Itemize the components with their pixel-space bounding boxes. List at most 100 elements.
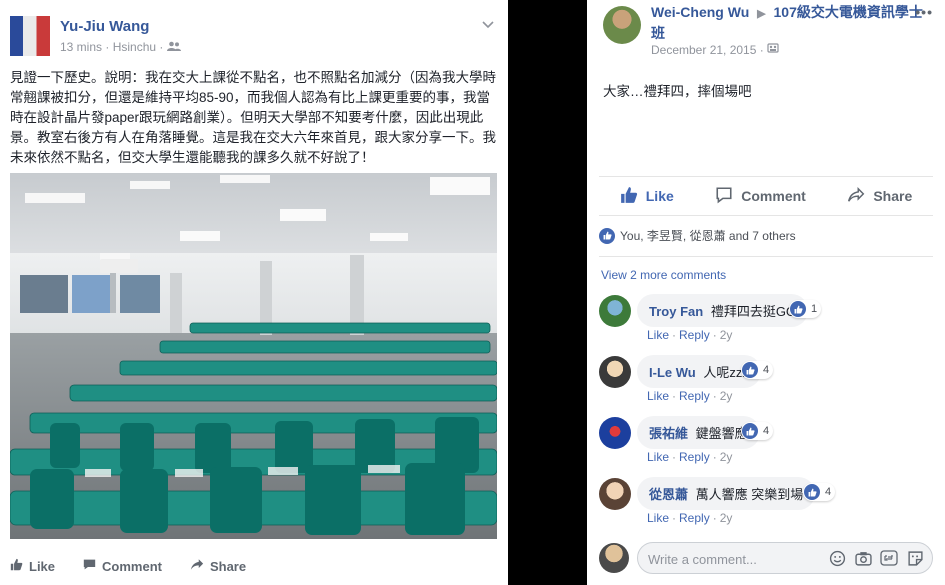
comment-reaction-count[interactable]: 1 (789, 300, 822, 318)
post-actions: Like Comment Share (10, 552, 490, 580)
classroom-photo[interactable] (10, 173, 497, 539)
post-action-bar: Like Comment Share (599, 176, 933, 216)
meta-separator: · (756, 42, 768, 57)
thumbs-up-icon (620, 186, 646, 207)
share-icon (847, 186, 873, 206)
triangle-right-icon: ▶ (757, 8, 766, 20)
separator: · (672, 389, 677, 403)
comment-age[interactable]: 2y (720, 450, 733, 464)
comment: I-Le Wu 人呢zzz 4 Like · Reply · 2y (599, 353, 933, 409)
avatar[interactable] (599, 417, 631, 449)
comment-label: Comment (102, 558, 162, 574)
share-button[interactable]: Share (847, 186, 913, 206)
post-text: 見證一下歷史。說明：我在交大上課從不點名，也不照點名加減分（因為我大學時常翹課被… (10, 70, 496, 165)
comment-reply-link[interactable]: Reply (679, 389, 710, 403)
separator: · (672, 328, 677, 342)
avatar[interactable] (599, 356, 631, 388)
comment-input-icons (828, 549, 924, 567)
comment-bubble: 從恩蕭 萬人響應 突樂到場 (637, 477, 816, 510)
more-options-icon[interactable]: ••• (915, 4, 933, 20)
comment-text: 鍵盤響應 (695, 426, 748, 441)
sticker-icon[interactable] (906, 549, 924, 567)
commenter-name[interactable]: I-Le Wu (649, 365, 696, 380)
comment-bubble: Troy Fan 禮拜四去挺GG (637, 294, 809, 327)
share-button[interactable]: Share (190, 558, 246, 574)
comment-text: 萬人響應 突樂到場 (695, 487, 804, 502)
like-reaction-icon (599, 227, 615, 244)
thumbs-up-icon (10, 558, 29, 574)
like-reaction-icon (742, 362, 758, 378)
reaction-count: 4 (763, 364, 770, 376)
avatar[interactable] (599, 295, 631, 327)
like-label: Like (645, 188, 674, 204)
meta-separator: · (156, 40, 167, 54)
comment-input[interactable]: Write a comment... (637, 542, 933, 574)
post-date-line: December 21, 2015 · (651, 42, 779, 57)
emoji-icon[interactable] (828, 549, 846, 567)
separator: · (672, 450, 677, 464)
write-comment-area: Write a comment... (597, 540, 935, 578)
comment-button[interactable]: Comment (83, 558, 162, 574)
chevron-down-icon[interactable] (482, 16, 494, 32)
avatar[interactable] (599, 478, 631, 510)
comment-like-link[interactable]: Like (647, 511, 669, 525)
gif-icon[interactable] (880, 549, 898, 567)
comment-like-link[interactable]: Like (647, 328, 669, 342)
friends-icon[interactable] (166, 40, 181, 54)
post-body: 大家…禮拜四，摔個場吧 (603, 84, 752, 99)
comment-like-link[interactable]: Like (647, 450, 669, 464)
post-location[interactable]: Hsinchu (113, 40, 156, 54)
comment-age[interactable]: 2y (720, 511, 733, 525)
separator: · (712, 328, 717, 342)
comment-age[interactable]: 2y (720, 328, 733, 342)
meta-separator: · (102, 40, 113, 54)
like-reaction-icon (790, 301, 806, 317)
commenter-name[interactable]: Troy Fan (649, 304, 703, 319)
view-more-comments-link[interactable]: View 2 more comments (601, 268, 726, 282)
comment-reaction-count[interactable]: 4 (741, 422, 774, 440)
like-button[interactable]: Like (10, 558, 55, 574)
comment-actions: Like · Reply · 2y (647, 511, 732, 525)
post-author-line: Wei-Cheng Wu ▶ 107級交大電機資訊學士班 (651, 3, 933, 43)
commenter-name[interactable]: 從恩蕭 (649, 487, 688, 502)
avatar[interactable] (603, 6, 641, 44)
comment-icon (715, 186, 741, 207)
author-name[interactable]: Wei-Cheng Wu (651, 4, 749, 20)
like-button[interactable]: Like (620, 186, 674, 207)
author-name[interactable]: Yu-Jiu Wang (60, 18, 149, 35)
avatar[interactable] (599, 543, 629, 573)
comment-icon (83, 558, 102, 574)
comment-label: Comment (741, 188, 806, 204)
comment-reply-link[interactable]: Reply (679, 450, 710, 464)
comment-placeholder: Write a comment... (648, 552, 757, 567)
like-reaction-icon (742, 423, 758, 439)
comment-reply-link[interactable]: Reply (679, 328, 710, 342)
share-icon (190, 558, 210, 574)
comment-age[interactable]: 2y (720, 389, 733, 403)
comment-reply-link[interactable]: Reply (679, 511, 710, 525)
like-label: Like (29, 558, 56, 574)
camera-icon[interactable] (854, 549, 872, 567)
commenter-name[interactable]: 張祐維 (649, 426, 688, 441)
comment-reaction-count[interactable]: 4 (741, 361, 774, 379)
post-date[interactable]: December 21, 2015 (651, 43, 756, 57)
comment: 從恩蕭 萬人響應 突樂到場 4 Like · Reply · 2y (599, 475, 933, 531)
comment-like-link[interactable]: Like (647, 389, 669, 403)
avatar[interactable] (10, 16, 50, 56)
group-audience-icon[interactable] (767, 42, 779, 57)
comment-actions: Like · Reply · 2y (647, 389, 732, 403)
reaction-count: 4 (825, 486, 832, 498)
reactions-summary[interactable]: You, 李昱賢, 從恩蕭 and 7 others (599, 227, 796, 244)
comment-button[interactable]: Comment (715, 186, 806, 207)
reactions-text: You, 李昱賢, 從恩蕭 and 7 others (620, 229, 796, 243)
reaction-count: 4 (763, 425, 770, 437)
right-post: Wei-Cheng Wu ▶ 107級交大電機資訊學士班 ••• Decembe… (587, 0, 945, 585)
separator: · (712, 389, 717, 403)
comment-actions: Like · Reply · 2y (647, 450, 732, 464)
left-post: Yu-Jiu Wang 13 mins · Hsinchu · 見證一下歷史。說… (0, 0, 508, 585)
post-time[interactable]: 13 mins (60, 40, 102, 54)
separator: · (712, 450, 717, 464)
comment-reaction-count[interactable]: 4 (803, 483, 836, 501)
share-label: Share (873, 188, 913, 204)
post-meta: 13 mins · Hsinchu · (60, 40, 181, 54)
